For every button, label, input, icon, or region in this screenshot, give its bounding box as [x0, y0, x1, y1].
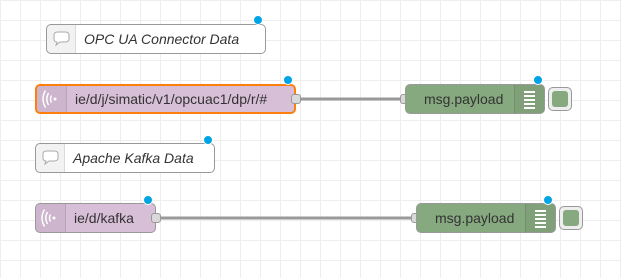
changed-indicator: [143, 195, 153, 205]
comment-node-opcua[interactable]: OPC UA Connector Data: [46, 24, 266, 54]
comment-icon: [36, 144, 65, 172]
mqtt-topic-label: ie/d/kafka: [74, 210, 134, 226]
debug-label: msg.payload: [424, 91, 504, 107]
changed-indicator: [253, 15, 263, 25]
debug-list-icon: [525, 204, 555, 232]
wifi-signal-icon: [36, 204, 66, 232]
debug-list-icon: [514, 85, 544, 113]
changed-indicator: [533, 75, 543, 85]
comment-label: OPC UA Connector Data: [84, 31, 240, 47]
output-port[interactable]: [151, 213, 161, 223]
debug-toggle-button[interactable]: [548, 87, 572, 111]
comment-node-kafka[interactable]: Apache Kafka Data: [35, 143, 215, 173]
debug-toggle-button[interactable]: [559, 206, 583, 230]
comment-icon: [47, 25, 76, 53]
debug-node-kafka[interactable]: msg.payload: [416, 203, 556, 233]
mqtt-in-node-kafka[interactable]: ie/d/kafka: [35, 203, 156, 233]
flow-canvas[interactable]: OPC UA Connector Data ie/d/j/simatic/v1/…: [0, 0, 621, 278]
debug-label: msg.payload: [435, 210, 515, 226]
debug-node-opcua[interactable]: msg.payload: [405, 84, 545, 114]
changed-indicator: [203, 135, 213, 145]
mqtt-in-node-opcua[interactable]: ie/d/j/simatic/v1/opcuac1/dp/r/#: [35, 84, 296, 114]
changed-indicator: [543, 195, 553, 205]
mqtt-topic-label: ie/d/j/simatic/v1/opcuac1/dp/r/#: [75, 91, 268, 107]
wifi-signal-icon: [37, 86, 67, 112]
output-port[interactable]: [291, 94, 301, 104]
changed-indicator: [283, 75, 293, 85]
comment-label: Apache Kafka Data: [73, 150, 194, 166]
